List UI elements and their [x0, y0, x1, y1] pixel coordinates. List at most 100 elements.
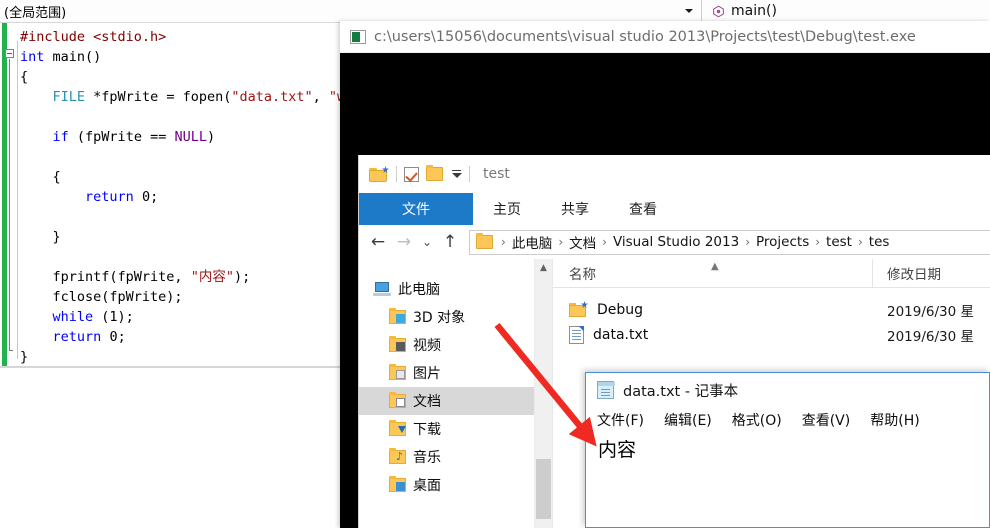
- scope-dropdown[interactable]: (全局范围): [0, 0, 702, 22]
- toolbar-separator-2: [469, 166, 470, 182]
- notepad-title-bar[interactable]: data.txt - 记事本: [586, 373, 989, 407]
- brace-match-line: [9, 59, 13, 351]
- file-name-cell: data.txt: [553, 325, 873, 344]
- folder-downloads-icon: [389, 420, 406, 436]
- sidebar-item-label: 视频: [413, 338, 441, 354]
- file-name-label: Debug: [597, 301, 644, 318]
- text-file-icon: [569, 325, 584, 344]
- breadcrumb-item-test-truncated[interactable]: tes: [869, 234, 890, 250]
- console-title-bar[interactable]: c:\users\15056\documents\visual studio 2…: [340, 21, 990, 53]
- navigation-pane[interactable]: 此电脑 3D 对象 视频 图片 文档 下载 ♪ 音乐 桌面: [359, 259, 534, 528]
- change-indicator-bar: [2, 23, 7, 368]
- sidebar-item-3d-objects[interactable]: 3D 对象: [359, 303, 534, 331]
- sidebar-item-videos[interactable]: 视频: [359, 331, 534, 359]
- properties-icon[interactable]: [404, 166, 419, 182]
- tab-home[interactable]: 主页: [473, 193, 541, 225]
- breadcrumb-separator: ›: [602, 235, 607, 249]
- table-row[interactable]: Debug 2019/6/30 星: [553, 297, 990, 322]
- notepad-window[interactable]: data.txt - 记事本 文件(F) 编辑(E) 格式(O) 查看(V) 帮…: [585, 372, 990, 528]
- column-headers: 名称 ▲ 修改日期: [553, 259, 990, 288]
- new-folder-icon[interactable]: [369, 166, 389, 182]
- folder-3dobjects-icon: [389, 308, 406, 324]
- folder-icon: [476, 233, 493, 249]
- file-date-cell: 2019/6/30 星: [887, 303, 975, 320]
- tab-view[interactable]: 查看: [609, 193, 677, 225]
- up-button[interactable]: ↑: [437, 229, 463, 255]
- breadcrumb-item-vs2013[interactable]: Visual Studio 2013: [613, 234, 739, 250]
- sidebar-item-label: 3D 对象: [413, 310, 466, 326]
- column-header-date-label: 修改日期: [887, 267, 941, 283]
- sidebar-item-label: 下载: [413, 422, 441, 438]
- breadcrumb-item-projects[interactable]: Projects: [756, 234, 809, 250]
- folder-videos-icon: [389, 336, 406, 352]
- menu-item-edit[interactable]: 编辑(E): [664, 410, 712, 430]
- notepad-icon: [597, 381, 615, 399]
- breadcrumb-item-test[interactable]: test: [826, 234, 852, 250]
- code-text: #include <stdio.h> int main() { FILE *fp…: [20, 29, 370, 365]
- vs-empty-area: [0, 368, 340, 528]
- this-pc-icon: [373, 282, 391, 296]
- sidebar-item-label: 文档: [413, 394, 441, 410]
- file-name-label: data.txt: [593, 326, 649, 343]
- folder-pictures-icon: [389, 364, 406, 380]
- method-icon: [713, 5, 724, 17]
- vs-navigation-bar: (全局范围) main(): [0, 0, 990, 23]
- column-header-date[interactable]: 修改日期: [873, 259, 941, 287]
- notepad-menu-bar[interactable]: 文件(F) 编辑(E) 格式(O) 查看(V) 帮助(H): [586, 407, 989, 433]
- breadcrumb-separator: ›: [558, 235, 564, 249]
- file-date-cell: 2019/6/30 星: [887, 328, 975, 345]
- column-header-name[interactable]: 名称 ▲: [553, 259, 873, 287]
- menu-item-view[interactable]: 查看(V): [802, 410, 851, 430]
- sidebar-item-desktop[interactable]: 桌面: [359, 471, 534, 499]
- sidebar-item-documents[interactable]: 文档: [359, 387, 534, 415]
- navigation-pane-scrollbar[interactable]: ▲: [534, 259, 552, 528]
- folder-icon: [569, 301, 588, 317]
- menu-item-format[interactable]: 格式(O): [732, 410, 782, 430]
- sidebar-item-label: 此电脑: [398, 282, 440, 298]
- chevron-down-icon: [685, 9, 693, 13]
- file-name-cell: Debug: [553, 301, 873, 318]
- member-dropdown-label: main(): [731, 3, 777, 19]
- sidebar-item-this-pc[interactable]: 此电脑: [359, 275, 534, 303]
- breadcrumb-item-documents[interactable]: 文档: [569, 232, 596, 252]
- ribbon-tab-strip[interactable]: 文件 主页 共享 查看: [359, 193, 990, 226]
- sidebar-item-downloads[interactable]: 下载: [359, 415, 534, 443]
- sort-ascending-icon: ▲: [711, 261, 719, 272]
- open-folder-icon[interactable]: [426, 165, 443, 181]
- forward-button[interactable]: →: [391, 229, 417, 255]
- scope-dropdown-label: (全局范围): [4, 5, 67, 21]
- notepad-text-area[interactable]: 内容: [587, 433, 988, 526]
- chevron-down-icon[interactable]: [450, 170, 462, 178]
- collapse-toggle-icon[interactable]: [5, 49, 14, 58]
- breadcrumb-separator: ›: [745, 235, 750, 249]
- explorer-title-bar[interactable]: test: [359, 155, 990, 193]
- menu-item-help[interactable]: 帮助(H): [870, 410, 919, 430]
- sidebar-item-music[interactable]: 音乐: [359, 443, 534, 471]
- sidebar-item-label: 图片: [413, 366, 441, 382]
- breadcrumb-separator: ›: [501, 235, 506, 249]
- breadcrumb[interactable]: › 此电脑 › 文档 › Visual Studio 2013 › Projec…: [469, 229, 990, 255]
- explorer-title-text: test: [483, 166, 510, 182]
- column-header-name-label: 名称: [569, 267, 596, 283]
- tab-file[interactable]: 文件: [359, 193, 473, 225]
- sidebar-item-label: 音乐: [413, 450, 441, 466]
- scrollbar-thumb[interactable]: [536, 459, 551, 519]
- address-bar-row: ← → ⌄ ↑ › 此电脑 › 文档 › Visual Studio 2013 …: [359, 225, 990, 259]
- table-row[interactable]: data.txt 2019/6/30 星: [553, 322, 990, 347]
- member-dropdown[interactable]: main(): [702, 0, 990, 22]
- breadcrumb-separator: ›: [815, 235, 821, 249]
- indent-guide: [17, 41, 18, 359]
- scroll-up-icon[interactable]: ▲: [535, 259, 552, 276]
- tab-share[interactable]: 共享: [541, 193, 609, 225]
- breadcrumb-item-this-pc[interactable]: 此电脑: [512, 232, 553, 252]
- back-button[interactable]: ←: [365, 229, 391, 255]
- sidebar-item-label: 桌面: [413, 478, 441, 494]
- menu-item-file[interactable]: 文件(F): [597, 410, 644, 430]
- console-title-text: c:\users\15056\documents\visual studio 2…: [374, 28, 916, 45]
- console-icon: [350, 29, 366, 44]
- recent-locations-button[interactable]: ⌄: [417, 229, 437, 255]
- sidebar-item-pictures[interactable]: 图片: [359, 359, 534, 387]
- breadcrumb-separator: ›: [857, 235, 863, 249]
- folder-music-icon: [389, 448, 406, 464]
- folder-documents-icon: [389, 392, 406, 408]
